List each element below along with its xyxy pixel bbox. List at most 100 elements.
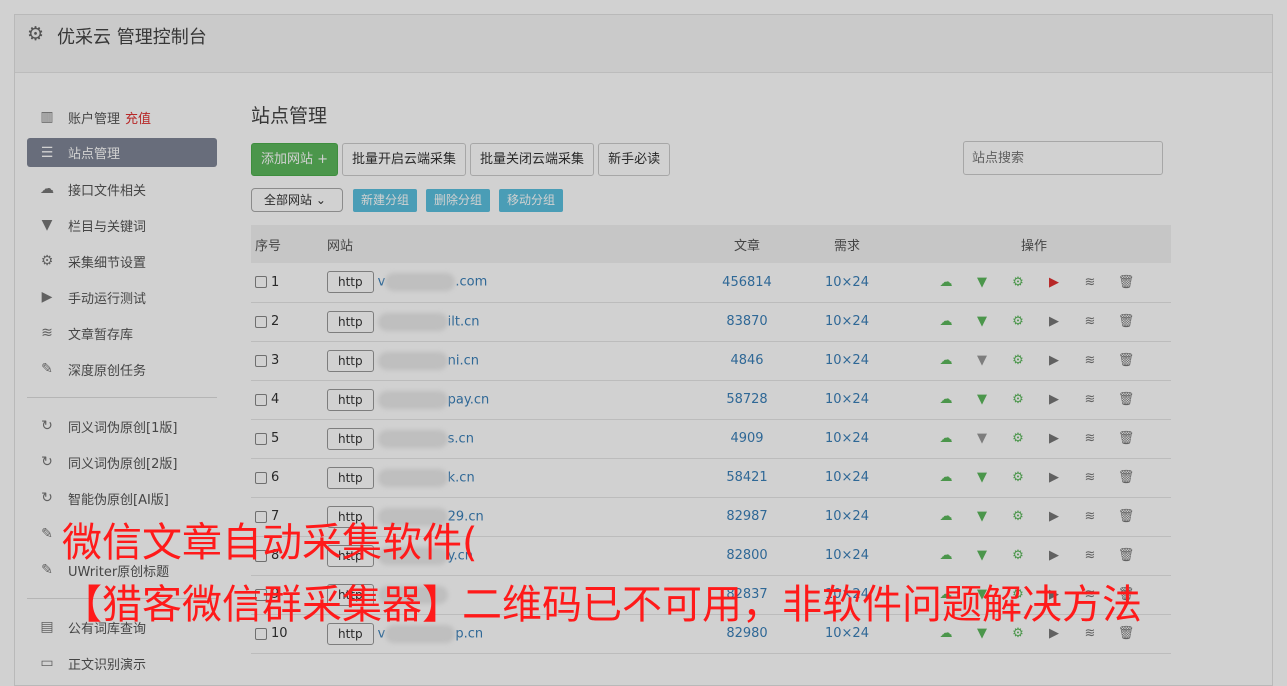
trash-icon[interactable]: 🗑 — [1117, 470, 1135, 485]
trash-icon[interactable]: 🗑 — [1117, 353, 1135, 368]
cloud-upload-icon[interactable]: ☁ — [937, 314, 955, 329]
row-checkbox[interactable] — [255, 315, 267, 328]
need-value[interactable]: 10×24 — [797, 497, 897, 536]
trash-icon[interactable]: 🗑 — [1117, 548, 1135, 563]
article-count[interactable]: 82800 — [697, 536, 797, 575]
site-domain-suffix[interactable]: ni.cn — [448, 353, 479, 368]
protocol-badge[interactable]: http — [327, 349, 374, 372]
add-site-button[interactable]: 添加网站 + — [251, 142, 339, 176]
gears-icon[interactable]: ⚙ — [1009, 431, 1027, 446]
gears-icon[interactable]: ⚙ — [1009, 314, 1027, 329]
site-domain-suffix[interactable]: ilt.cn — [448, 314, 480, 329]
filter-icon[interactable]: ▼ — [973, 509, 991, 524]
play-circle-icon[interactable]: ▶ — [1045, 509, 1063, 524]
trash-icon[interactable]: 🗑 — [1117, 275, 1135, 290]
site-domain-suffix[interactable]: .com — [455, 275, 487, 290]
filter-icon[interactable]: ▼ — [973, 431, 991, 446]
trash-icon[interactable]: 🗑 — [1117, 509, 1135, 524]
protocol-badge[interactable]: http — [327, 271, 374, 294]
trash-icon[interactable]: 🗑 — [1117, 392, 1135, 407]
filter-icon[interactable]: ▼ — [973, 353, 991, 368]
filter-icon[interactable]: ▼ — [973, 470, 991, 485]
article-count[interactable]: 456814 — [697, 263, 797, 302]
need-value[interactable]: 10×24 — [797, 341, 897, 380]
move-group-button[interactable]: 移动分组 — [499, 188, 564, 212]
protocol-badge[interactable]: http — [327, 310, 374, 333]
cloud-upload-icon[interactable]: ☁ — [937, 275, 955, 290]
row-checkbox[interactable] — [255, 276, 267, 289]
database-icon[interactable]: ≋ — [1081, 431, 1099, 446]
play-circle-icon[interactable]: ▶ — [1045, 353, 1063, 368]
sidebar-item-text-recog[interactable]: ▭ 正文识别演示 — [27, 645, 217, 681]
database-icon[interactable]: ≋ — [1081, 275, 1099, 290]
row-checkbox[interactable] — [255, 393, 267, 406]
database-icon[interactable]: ≋ — [1081, 392, 1099, 407]
article-count[interactable]: 58421 — [697, 458, 797, 497]
need-value[interactable]: 10×24 — [797, 419, 897, 458]
site-domain-suffix[interactable]: pay.cn — [448, 392, 490, 407]
gears-icon[interactable]: ⚙ — [1009, 548, 1027, 563]
article-count[interactable]: 58728 — [697, 380, 797, 419]
gears-icon[interactable]: ⚙ — [1009, 392, 1027, 407]
database-icon[interactable]: ≋ — [1081, 314, 1099, 329]
need-value[interactable]: 10×24 — [797, 536, 897, 575]
need-value[interactable]: 10×24 — [797, 380, 897, 419]
article-count[interactable]: 83870 — [697, 302, 797, 341]
article-count[interactable]: 82987 — [697, 497, 797, 536]
filter-icon[interactable]: ▼ — [973, 314, 991, 329]
site-domain-suffix[interactable]: k.cn — [448, 470, 475, 485]
row-checkbox[interactable] — [255, 471, 267, 484]
article-count[interactable]: 4846 — [697, 341, 797, 380]
play-circle-icon[interactable]: ▶ — [1045, 431, 1063, 446]
filter-icon[interactable]: ▼ — [973, 548, 991, 563]
cloud-upload-icon[interactable]: ☁ — [937, 392, 955, 407]
sidebar-item-account[interactable]: ▥ 账户管理 充值 — [27, 99, 217, 135]
sidebar-item-sites[interactable]: ☰ 站点管理 — [27, 138, 217, 167]
filter-icon[interactable]: ▼ — [973, 392, 991, 407]
site-name[interactable]: v — [378, 275, 386, 290]
need-value[interactable]: 10×24 — [797, 458, 897, 497]
database-icon[interactable]: ≋ — [1081, 470, 1099, 485]
recharge-link[interactable]: 充值 — [125, 108, 151, 127]
sidebar-item-synonym-v1[interactable]: ↻ 同义词伪原创[1版] — [27, 408, 217, 444]
cloud-upload-icon[interactable]: ☁ — [937, 431, 955, 446]
trash-icon[interactable]: 🗑 — [1117, 431, 1135, 446]
site-group-select[interactable]: 全部网站 ⌄ — [251, 188, 343, 212]
trash-icon[interactable]: 🗑 — [1117, 314, 1135, 329]
protocol-badge[interactable]: http — [327, 388, 374, 411]
need-value[interactable]: 10×24 — [797, 263, 897, 302]
database-icon[interactable]: ≋ — [1081, 509, 1099, 524]
sidebar-item-synonym-v2[interactable]: ↻ 同义词伪原创[2版] — [27, 444, 217, 480]
cloud-upload-icon[interactable]: ☁ — [937, 470, 955, 485]
newbie-guide-button[interactable]: 新手必读 — [598, 142, 671, 176]
row-checkbox[interactable] — [255, 432, 267, 445]
sidebar-item-interface[interactable]: ☁ 接口文件相关 — [27, 171, 217, 207]
protocol-badge[interactable]: http — [327, 427, 374, 450]
new-group-button[interactable]: 新建分组 — [353, 188, 418, 212]
database-icon[interactable]: ≋ — [1081, 353, 1099, 368]
sidebar-item-deep-original[interactable]: ✎ 深度原创任务 — [27, 351, 217, 387]
cloud-upload-icon[interactable]: ☁ — [937, 353, 955, 368]
row-checkbox[interactable] — [255, 354, 267, 367]
play-circle-icon[interactable]: ▶ — [1045, 275, 1063, 290]
gears-icon[interactable]: ⚙ — [1009, 470, 1027, 485]
need-value[interactable]: 10×24 — [797, 302, 897, 341]
filter-icon[interactable]: ▼ — [973, 275, 991, 290]
delete-group-button[interactable]: 删除分组 — [426, 188, 491, 212]
play-circle-icon[interactable]: ▶ — [1045, 548, 1063, 563]
protocol-badge[interactable]: http — [327, 466, 374, 489]
batch-close-button[interactable]: 批量关闭云端采集 — [470, 142, 595, 176]
play-circle-icon[interactable]: ▶ — [1045, 470, 1063, 485]
article-count[interactable]: 4909 — [697, 419, 797, 458]
batch-open-button[interactable]: 批量开启云端采集 — [342, 142, 467, 176]
site-search-input[interactable] — [963, 141, 1163, 175]
play-circle-icon[interactable]: ▶ — [1045, 392, 1063, 407]
sidebar-item-storage[interactable]: ≋ 文章暂存库 — [27, 315, 217, 351]
sidebar-item-manual-run[interactable]: ▶ 手动运行测试 — [27, 279, 217, 315]
database-icon[interactable]: ≋ — [1081, 548, 1099, 563]
gears-icon[interactable]: ⚙ — [1009, 353, 1027, 368]
cloud-upload-icon[interactable]: ☁ — [937, 509, 955, 524]
cloud-upload-icon[interactable]: ☁ — [937, 548, 955, 563]
site-domain-suffix[interactable]: s.cn — [448, 431, 474, 446]
sidebar-item-keywords[interactable]: ▼ 栏目与关键词 — [27, 207, 217, 243]
